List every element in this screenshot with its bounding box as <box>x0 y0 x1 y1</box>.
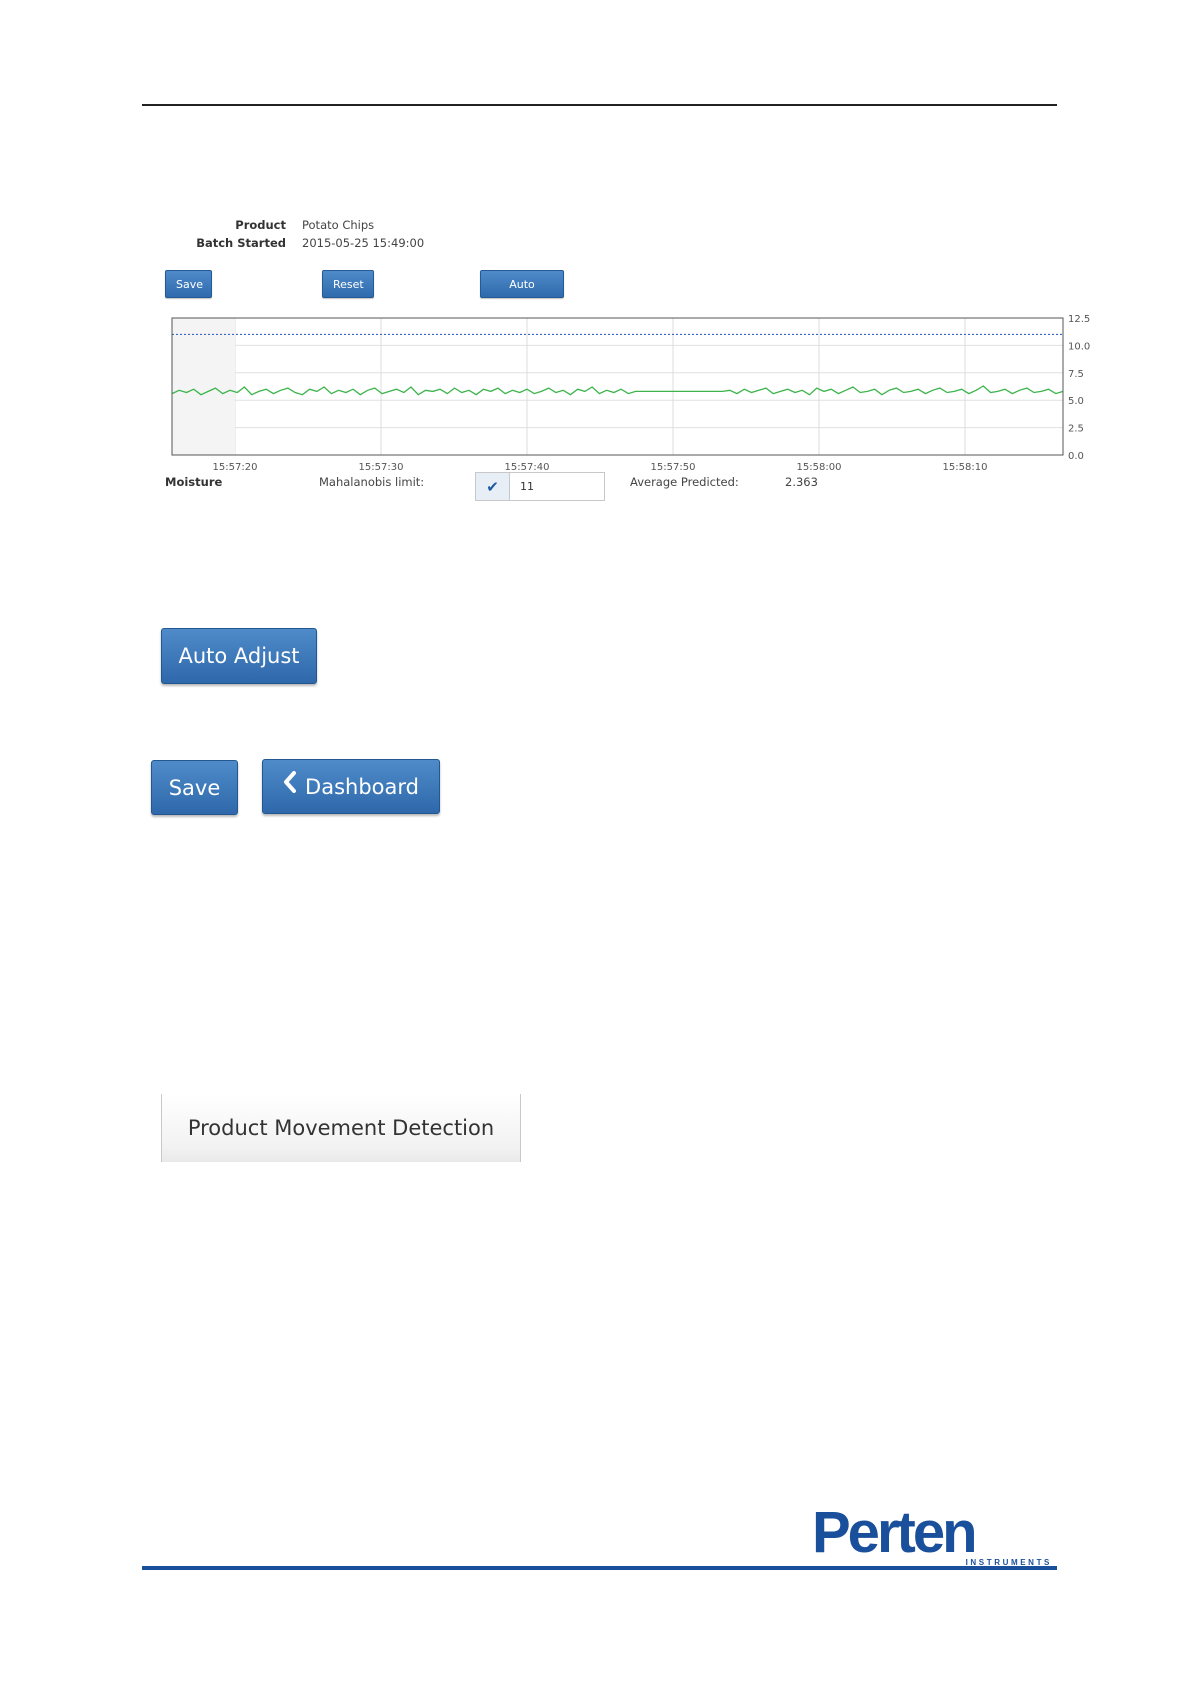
product-value: Potato Chips <box>302 218 375 232</box>
mahalanobis-limit-field: ✔ <box>475 472 605 501</box>
x-tick-label: 15:57:20 <box>213 462 258 471</box>
moisture-label: Moisture <box>165 475 223 489</box>
batch-started-value: 2015-05-25 15:49:00 <box>302 236 425 250</box>
x-tick-label: 15:58:00 <box>797 462 842 471</box>
save-large-label: Save <box>168 775 221 800</box>
chevron-left-icon <box>283 771 297 798</box>
plot-shaded-region <box>172 318 235 455</box>
average-predicted-label: Average Predicted: <box>630 475 739 489</box>
y-tick-label: 10.0 <box>1068 341 1090 352</box>
batch-started-label: Batch Started <box>196 236 286 250</box>
header-rule <box>142 104 1057 106</box>
reset-button[interactable]: Reset <box>322 270 374 298</box>
x-tick-label: 15:58:10 <box>943 462 988 471</box>
dashboard-button[interactable]: Dashboard <box>262 759 440 814</box>
save-button[interactable]: Save <box>165 270 212 298</box>
perten-logo: Perten INSTRUMENTS <box>812 1500 1052 1568</box>
footer-rule <box>142 1566 1057 1570</box>
plot-background <box>172 318 1063 455</box>
y-tick-label: 5.0 <box>1068 396 1084 407</box>
y-tick-label: 7.5 <box>1068 369 1084 380</box>
check-icon[interactable]: ✔ <box>476 473 510 500</box>
average-predicted-value: 2.363 <box>785 475 818 489</box>
mahalanobis-limit-input[interactable] <box>510 473 602 500</box>
x-tick-label: 15:57:30 <box>359 462 404 471</box>
save-large-button[interactable]: Save <box>151 760 238 815</box>
x-tick-label: 15:57:50 <box>651 462 696 471</box>
logo-main-text: Perten <box>812 1500 978 1565</box>
y-tick-label: 2.5 <box>1068 424 1084 435</box>
product-label: Product <box>235 218 286 232</box>
y-tick-label: 12.5 <box>1068 314 1090 325</box>
auto-adjust-large-button[interactable]: Auto Adjust <box>161 628 317 684</box>
mahalanobis-limit-label: Mahalanobis limit: <box>319 475 425 489</box>
dashboard-label: Dashboard <box>305 774 419 799</box>
tab-product-movement-detection[interactable]: Product Movement Detection <box>161 1094 521 1162</box>
auto-adjust-button[interactable]: Auto Adjust <box>480 270 564 319</box>
moisture-chart: 0.0 2.5 5.0 7.5 10.0 12.5 15:57:20 15:57:30 15:5… <box>171 314 1090 471</box>
tab-label: Product Movement Detection <box>187 1116 495 1140</box>
y-tick-label: 0.0 <box>1068 451 1084 462</box>
auto-adjust-large-label: Auto Adjust <box>178 644 300 668</box>
x-tick-label: 15:57:40 <box>505 462 550 471</box>
